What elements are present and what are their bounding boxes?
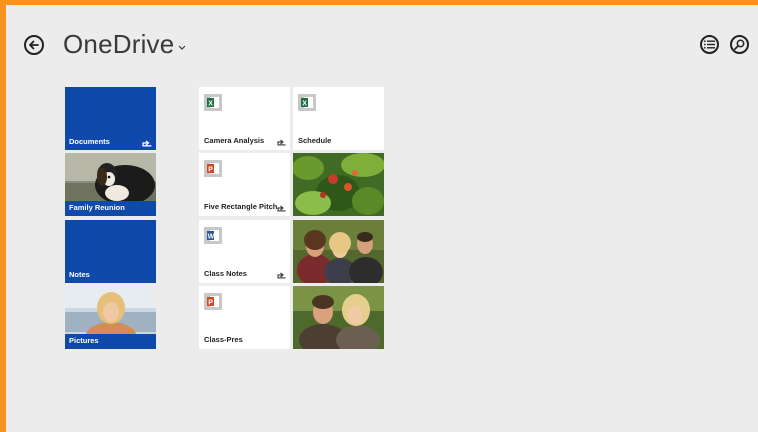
file-tile-schedule[interactable]: X Schedule [293, 87, 384, 150]
shared-icon [277, 139, 286, 146]
svg-text:X: X [208, 101, 213, 108]
folder-label: Pictures [69, 336, 99, 345]
file-tile-class-notes[interactable]: W Class Notes [199, 220, 290, 283]
photo-tile-plant[interactable] [293, 153, 384, 216]
powerpoint-file-icon: P [204, 293, 222, 310]
folder-tile-pictures[interactable]: Pictures [65, 286, 156, 349]
folder-tile-notes[interactable]: Notes [65, 220, 156, 283]
powerpoint-file-icon: P [204, 160, 222, 177]
folder-label: Family Reunion [69, 203, 125, 212]
couple-photo [293, 286, 384, 349]
svg-text:W: W [208, 234, 215, 241]
svg-text:X: X [302, 101, 307, 108]
file-label: Class Notes [204, 269, 247, 278]
page-title: OneDrive [63, 29, 175, 59]
title-menu[interactable]: OneDrive [63, 29, 186, 60]
file-label: Class-Pres [204, 335, 243, 344]
accent-frame-left [0, 0, 6, 432]
search-icon [734, 39, 745, 50]
search-button[interactable] [730, 35, 749, 54]
photo-tile-couple[interactable] [293, 286, 384, 349]
file-tile-class-pres[interactable]: P Class-Pres [199, 286, 290, 349]
accent-frame-top [0, 0, 758, 5]
svg-text:P: P [208, 300, 213, 307]
file-tile-camera-analysis[interactable]: X Camera Analysis [199, 87, 290, 150]
list-view-icon [704, 40, 715, 49]
svg-text:P: P [208, 167, 213, 174]
shared-icon [277, 272, 286, 279]
file-tile-five-rectangle-pitch[interactable]: P Five Rectangle Pitch [199, 153, 290, 216]
shared-icon [142, 140, 152, 147]
excel-file-icon: X [298, 94, 316, 111]
file-label: Schedule [298, 136, 332, 145]
folder-tile-documents[interactable]: Documents [65, 87, 156, 150]
folder-label: Notes [69, 270, 90, 279]
file-label: Camera Analysis [204, 136, 265, 145]
folder-tile-family-reunion[interactable]: Family Reunion [65, 153, 156, 216]
shared-icon [277, 205, 286, 212]
group-photo [293, 220, 384, 283]
word-file-icon: W [204, 227, 222, 244]
file-label: Five Rectangle Pitch [204, 202, 278, 211]
back-button[interactable] [24, 35, 44, 55]
chevron-down-icon [178, 45, 186, 50]
list-view-button[interactable] [700, 35, 719, 54]
back-arrow-icon [29, 40, 39, 50]
excel-file-icon: X [204, 94, 222, 111]
plant-photo [293, 153, 384, 216]
photo-tile-group[interactable] [293, 220, 384, 283]
folder-label: Documents [69, 137, 110, 146]
